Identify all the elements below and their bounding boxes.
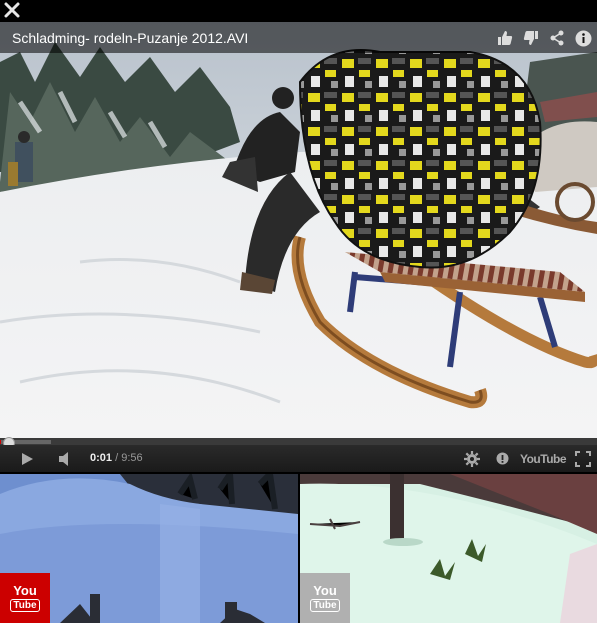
related-video-thumbnail[interactable]: You Tube [300,474,597,623]
close-icon[interactable] [3,1,21,19]
video-title-bar: Schladming- rodeln-Puzanje 2012.AVI [0,22,597,53]
volume-icon[interactable] [54,445,78,472]
badge-tube-text: Tube [310,599,340,612]
badge-you-text: You [313,583,337,598]
youtube-badge: You Tube [0,573,50,623]
youtube-logo[interactable]: YouTube [519,445,567,472]
badge-tube-text: Tube [10,599,40,612]
current-time: 0:01 [90,452,113,464]
thumbs-up-icon[interactable] [495,28,515,48]
share-icon[interactable] [547,28,567,48]
progress-played [0,440,2,444]
youtube-badge: You Tube [300,573,350,623]
player-controls: 0:01 / 9:56 YouTube [0,445,597,472]
video-frame[interactable]: Schladming- rodeln-Puzanje 2012.AVI [0,22,597,438]
play-icon[interactable] [12,445,42,472]
annotations-icon[interactable] [492,445,512,472]
badge-you-text: You [13,583,37,598]
info-icon[interactable] [573,28,593,48]
window-top-bar [0,0,597,22]
fullscreen-icon[interactable] [572,445,594,472]
settings-icon[interactable] [460,445,484,472]
related-video-thumbnail[interactable]: You Tube [0,474,298,623]
time-separator: / [112,452,122,464]
title-actions [495,28,593,48]
progress-bar[interactable] [0,437,597,449]
duration: 9:56 [121,452,143,464]
video-title[interactable]: Schladming- rodeln-Puzanje 2012.AVI [12,30,248,46]
thumbs-down-icon[interactable] [521,28,541,48]
time-display: 0:01 / 9:56 [90,452,143,464]
related-videos: You Tube You Tube [0,474,597,623]
video-player[interactable]: Schladming- rodeln-Puzanje 2012.AVI 0:01… [0,22,597,472]
youtube-logo-text: YouTube [519,451,567,466]
